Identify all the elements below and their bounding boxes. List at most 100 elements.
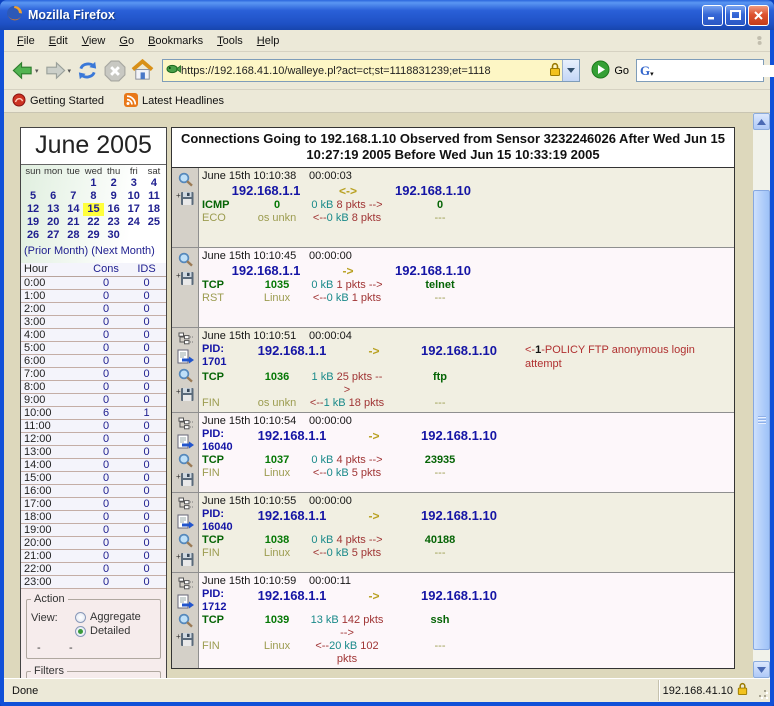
cons-count[interactable]: 0 — [83, 316, 129, 328]
calendar-day-10[interactable]: 10 — [124, 190, 144, 203]
ids-count[interactable]: 0 — [129, 355, 164, 367]
ids-count[interactable]: 0 — [129, 290, 164, 302]
destination-ip[interactable]: 192.168.1.10 — [377, 263, 489, 279]
destination-ip[interactable]: 192.168.1.10 — [403, 343, 515, 371]
calendar-day-30[interactable]: 30 — [104, 229, 124, 242]
magnifier-icon[interactable] — [177, 368, 194, 386]
bookmark-latest-headlines[interactable]: Latest Headlines — [124, 93, 224, 110]
cons-count[interactable]: 0 — [83, 511, 129, 523]
source-port[interactable]: 1037 — [245, 454, 309, 467]
floppy-icon[interactable]: + — [176, 552, 194, 570]
cons-count[interactable]: 0 — [83, 537, 129, 549]
cons-count[interactable]: 0 — [83, 563, 129, 575]
source-port[interactable]: 1036 — [245, 371, 309, 397]
tree-icon[interactable] — [177, 332, 194, 348]
source-ip[interactable]: 192.168.1.1 — [239, 508, 345, 534]
source-ip[interactable]: 192.168.1.1 — [213, 183, 319, 199]
cons-count[interactable]: 0 — [83, 446, 129, 458]
ids-count[interactable]: 0 — [129, 303, 164, 315]
scroll-up-button[interactable] — [753, 113, 770, 130]
cons-count[interactable]: 0 — [83, 290, 129, 302]
ids-count[interactable]: 0 — [129, 368, 164, 380]
view-option-aggregate[interactable]: Aggregate — [75, 611, 141, 623]
ids-count[interactable]: 0 — [129, 381, 164, 393]
ids-count[interactable]: 0 — [129, 342, 164, 354]
calendar-day-17[interactable]: 17 — [124, 203, 144, 216]
destination-ip[interactable]: 192.168.1.10 — [403, 428, 515, 454]
menu-view[interactable]: View — [75, 32, 113, 50]
ids-count[interactable]: 0 — [129, 316, 164, 328]
ids-count[interactable]: 0 — [129, 511, 164, 523]
calendar-day-4[interactable]: 4 — [144, 177, 164, 190]
resize-grip[interactable] — [755, 684, 770, 702]
calendar-day-24[interactable]: 24 — [124, 216, 144, 229]
magnifier-icon[interactable] — [177, 252, 194, 270]
ids-count[interactable]: 0 — [129, 446, 164, 458]
cons-count[interactable]: 0 — [83, 355, 129, 367]
stop-button[interactable] — [103, 59, 127, 83]
calendar-day-6[interactable]: 6 — [43, 190, 63, 203]
floppy-icon[interactable]: + — [176, 191, 194, 209]
go-label[interactable]: Go — [614, 65, 629, 77]
calendar-day-26[interactable]: 26 — [23, 229, 43, 242]
magnifier-icon[interactable] — [177, 613, 194, 631]
ids-count[interactable]: 0 — [129, 459, 164, 471]
source-ip[interactable]: 192.168.1.1 — [239, 588, 345, 614]
menu-edit[interactable]: Edit — [42, 32, 75, 50]
source-ip[interactable]: 192.168.1.1 — [239, 343, 345, 371]
ids-count[interactable]: 1 — [129, 407, 164, 419]
cons-count[interactable]: 0 — [83, 576, 129, 588]
calendar-day-11[interactable]: 11 — [144, 190, 164, 203]
radio-selected-icon[interactable] — [75, 626, 86, 637]
cons-count[interactable]: 0 — [83, 498, 129, 510]
ids-count[interactable]: 0 — [129, 433, 164, 445]
prior-month-link[interactable]: (Prior Month) — [24, 245, 88, 257]
ids-count[interactable]: 0 — [129, 472, 164, 484]
destination-port[interactable]: 0 — [385, 199, 495, 212]
menu-go[interactable]: Go — [112, 32, 141, 50]
menu-help[interactable]: Help — [250, 32, 287, 50]
calendar-day-13[interactable]: 13 — [43, 203, 63, 216]
source-port[interactable]: 1039 — [245, 614, 309, 640]
url-history-dropdown[interactable] — [562, 60, 579, 81]
calendar-day-22[interactable]: 22 — [83, 216, 103, 229]
destination-port[interactable]: 40188 — [385, 534, 495, 547]
ids-count[interactable]: 0 — [129, 485, 164, 497]
calendar-day-23[interactable]: 23 — [104, 216, 124, 229]
cons-count[interactable]: 0 — [83, 277, 129, 289]
ids-count[interactable]: 0 — [129, 537, 164, 549]
cons-count[interactable]: 0 — [83, 342, 129, 354]
tree-icon[interactable] — [177, 417, 194, 433]
ids-count[interactable]: 0 — [129, 576, 164, 588]
extract-icon[interactable] — [177, 594, 194, 612]
extract-icon[interactable] — [177, 514, 194, 532]
cons-count[interactable]: 0 — [83, 485, 129, 497]
home-button[interactable] — [130, 58, 155, 83]
ids-count[interactable]: 0 — [129, 277, 164, 289]
cons-count[interactable]: 0 — [83, 472, 129, 484]
cons-count[interactable]: 0 — [83, 524, 129, 536]
ids-count[interactable]: 0 — [129, 550, 164, 562]
floppy-icon[interactable]: + — [176, 387, 194, 405]
radio-unselected-icon[interactable] — [75, 612, 86, 623]
ids-count[interactable]: 0 — [129, 563, 164, 575]
calendar-day-12[interactable]: 12 — [23, 203, 43, 216]
search-input[interactable] — [656, 65, 774, 77]
calendar-day-18[interactable]: 18 — [144, 203, 164, 216]
scrollbar-thumb[interactable] — [753, 190, 770, 650]
tree-icon[interactable] — [177, 497, 194, 513]
menu-bookmarks[interactable]: Bookmarks — [141, 32, 210, 50]
url-bar[interactable] — [162, 59, 580, 82]
calendar-day-14[interactable]: 14 — [63, 203, 83, 216]
cons-count[interactable]: 0 — [83, 459, 129, 471]
menu-tools[interactable]: Tools — [210, 32, 250, 50]
maximize-button[interactable] — [725, 5, 746, 26]
search-box[interactable]: G▾ — [636, 59, 764, 82]
bookmark-getting-started[interactable]: Getting Started — [12, 93, 104, 110]
close-button[interactable] — [748, 5, 769, 26]
cons-count[interactable]: 6 — [83, 407, 129, 419]
destination-ip[interactable]: 192.168.1.10 — [403, 508, 515, 534]
destination-port[interactable]: ftp — [385, 371, 495, 397]
forward-dropdown-icon[interactable]: ▾ — [68, 67, 72, 75]
vertical-scrollbar[interactable] — [753, 113, 770, 678]
